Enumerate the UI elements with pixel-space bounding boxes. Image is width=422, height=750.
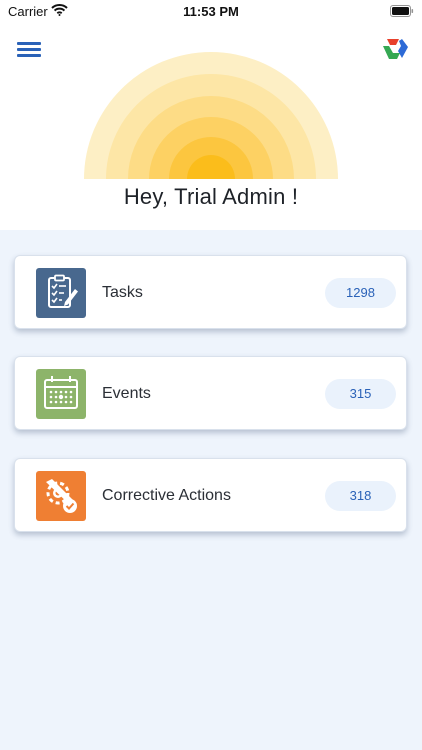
- menu-button[interactable]: [16, 38, 42, 60]
- sunrise-illustration: [84, 52, 338, 179]
- tasks-tile: [36, 268, 86, 318]
- corrective-actions-count-badge: 318: [325, 481, 396, 511]
- calendar-icon: [44, 376, 78, 409]
- events-tile: [36, 369, 86, 419]
- status-bar: Carrier 11:53 PM: [0, 0, 422, 24]
- corrective-actions-label: Corrective Actions: [102, 487, 231, 504]
- events-count-badge: 315: [325, 379, 396, 409]
- events-card[interactable]: Events 315: [14, 356, 407, 430]
- greeting-text: Hey, Trial Admin !: [123, 184, 299, 209]
- tasks-count-badge: 1298: [325, 278, 396, 308]
- tasks-label: Tasks: [102, 284, 143, 301]
- battery-icon: [390, 5, 414, 17]
- hamburger-menu-icon: [17, 42, 41, 45]
- status-time: 11:53 PM: [183, 4, 239, 19]
- module-list: Tasks 1298 Events 315 Corrective Actions…: [0, 230, 422, 750]
- task-checklist-icon: [48, 274, 78, 308]
- corrective-action-icon: [46, 479, 77, 513]
- tasks-card[interactable]: Tasks 1298: [14, 255, 407, 329]
- app-logo-icon: [383, 39, 408, 59]
- corrective-actions-tile: [36, 471, 86, 521]
- corrective-actions-card[interactable]: Corrective Actions 318: [14, 458, 407, 532]
- events-label: Events: [102, 385, 151, 402]
